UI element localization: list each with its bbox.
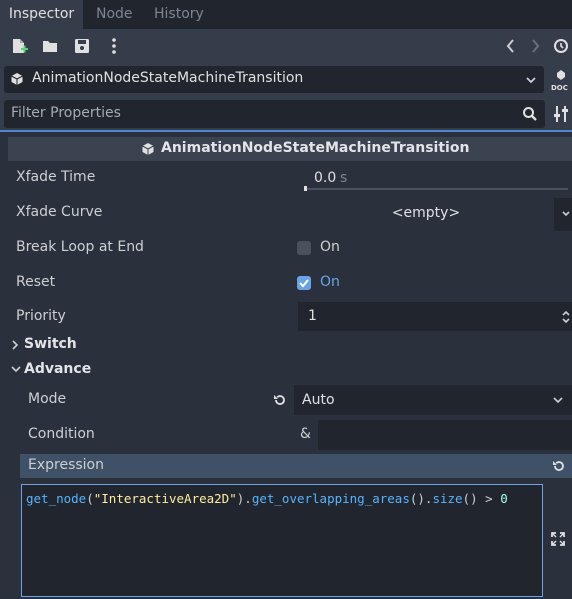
- property-xfade-curve: Xfade Curve <empty>: [8, 196, 572, 231]
- spin-arrows-icon[interactable]: [560, 309, 572, 325]
- history-back-icon[interactable]: [501, 35, 521, 57]
- curve-dropdown-button[interactable]: [554, 198, 572, 231]
- search-icon: [523, 107, 537, 121]
- property-priority: Priority 1: [8, 300, 572, 334]
- code-punct: () >: [462, 491, 501, 506]
- property-condition: Condition &: [20, 418, 572, 452]
- property-label: Condition: [28, 426, 95, 442]
- resource-selector[interactable]: AnimationNodeStateMachineTransition: [4, 66, 544, 93]
- resource-cube-icon: [142, 143, 154, 155]
- chevron-down-icon: [562, 211, 570, 217]
- history-forward-icon[interactable]: [525, 35, 545, 57]
- group-advance[interactable]: Advance: [8, 358, 572, 382]
- checkmark-icon: [299, 279, 309, 288]
- resource-cube-icon: [11, 73, 23, 85]
- code-punct: ().: [409, 491, 433, 506]
- xfade-curve-picker[interactable]: <empty>: [298, 198, 572, 231]
- revert-icon[interactable]: [551, 458, 567, 474]
- code-function: size: [432, 491, 463, 506]
- slider-track: [304, 188, 568, 190]
- code-function: get_overlapping_areas: [251, 491, 410, 506]
- property-xfade-time: Xfade Time 0.0 s: [8, 161, 572, 195]
- new-resource-icon[interactable]: [9, 35, 29, 57]
- expression-code-editor[interactable]: get_node("InteractiveArea2D").get_overla…: [21, 484, 543, 597]
- folder-open-icon[interactable]: [40, 35, 60, 57]
- tools-settings-icon[interactable]: [552, 104, 570, 124]
- priority-spinbox[interactable]: 1: [298, 302, 572, 331]
- property-label: Xfade Curve: [16, 204, 103, 220]
- class-section-header: AnimationNodeStateMachineTransition: [8, 137, 572, 161]
- group-label: Switch: [24, 336, 77, 352]
- checkbox-label: On: [320, 274, 340, 290]
- tab-history[interactable]: History: [154, 0, 204, 29]
- resource-name: AnimationNodeStateMachineTransition: [32, 70, 304, 86]
- property-label: Break Loop at End: [16, 239, 144, 255]
- tab-node[interactable]: Node: [96, 0, 133, 29]
- checkbox-label: On: [320, 239, 340, 255]
- code-punct: ).: [236, 491, 252, 506]
- property-label: Xfade Time: [16, 169, 96, 185]
- object-history-icon[interactable]: [551, 35, 571, 57]
- svg-text:DOC: DOC: [551, 84, 568, 92]
- break-loop-checkbox[interactable]: [297, 241, 311, 255]
- property-label: Expression: [28, 457, 104, 473]
- chevron-down-icon: [11, 366, 21, 373]
- property-break-loop-at-end: Break Loop at End On: [8, 231, 572, 265]
- mode-value: Auto: [302, 392, 335, 408]
- class-section-title: AnimationNodeStateMachineTransition: [161, 140, 470, 156]
- expression-header: Expression: [20, 454, 572, 478]
- mode-dropdown[interactable]: Auto: [294, 385, 572, 415]
- revert-icon[interactable]: [272, 392, 288, 408]
- tab-inspector[interactable]: Inspector: [0, 0, 83, 29]
- more-options-icon[interactable]: [104, 35, 124, 57]
- xfade-time-unit: s: [340, 170, 348, 186]
- tab-bar: Inspector Node History: [0, 0, 572, 29]
- expand-icon[interactable]: [550, 531, 566, 547]
- filter-placeholder: Filter Properties: [11, 105, 121, 121]
- filter-properties-field[interactable]: Filter Properties: [4, 100, 545, 128]
- property-label: Priority: [16, 308, 66, 324]
- code-punct: (: [86, 491, 94, 506]
- save-icon[interactable]: [72, 35, 92, 57]
- code-function: get_node: [26, 491, 87, 506]
- priority-value: 1: [308, 308, 317, 324]
- property-label: Reset: [16, 274, 56, 290]
- condition-input[interactable]: [318, 420, 572, 450]
- code-line: get_node("InteractiveArea2D").get_overla…: [26, 491, 508, 506]
- xfade-curve-value: <empty>: [391, 205, 461, 221]
- group-label: Advance: [24, 361, 92, 377]
- xfade-time-value: 0.0: [314, 170, 337, 186]
- chevron-right-icon: [12, 340, 19, 350]
- property-mode: Mode Auto: [20, 383, 572, 417]
- property-reset: Reset On: [8, 266, 572, 300]
- xfade-time-slider[interactable]: 0.0 s: [298, 163, 572, 192]
- slider-grabber[interactable]: [304, 186, 307, 191]
- reset-checkbox[interactable]: [297, 276, 311, 290]
- string-name-prefix: &: [300, 426, 311, 442]
- code-number: 0: [500, 491, 508, 506]
- chevron-down-icon: [553, 397, 563, 404]
- open-documentation-icon[interactable]: DOC: [551, 68, 571, 92]
- group-switch[interactable]: Switch: [8, 333, 572, 357]
- code-string: "InteractiveArea2D": [93, 491, 237, 506]
- property-label: Mode: [28, 391, 67, 407]
- chevron-down-icon: [526, 77, 536, 84]
